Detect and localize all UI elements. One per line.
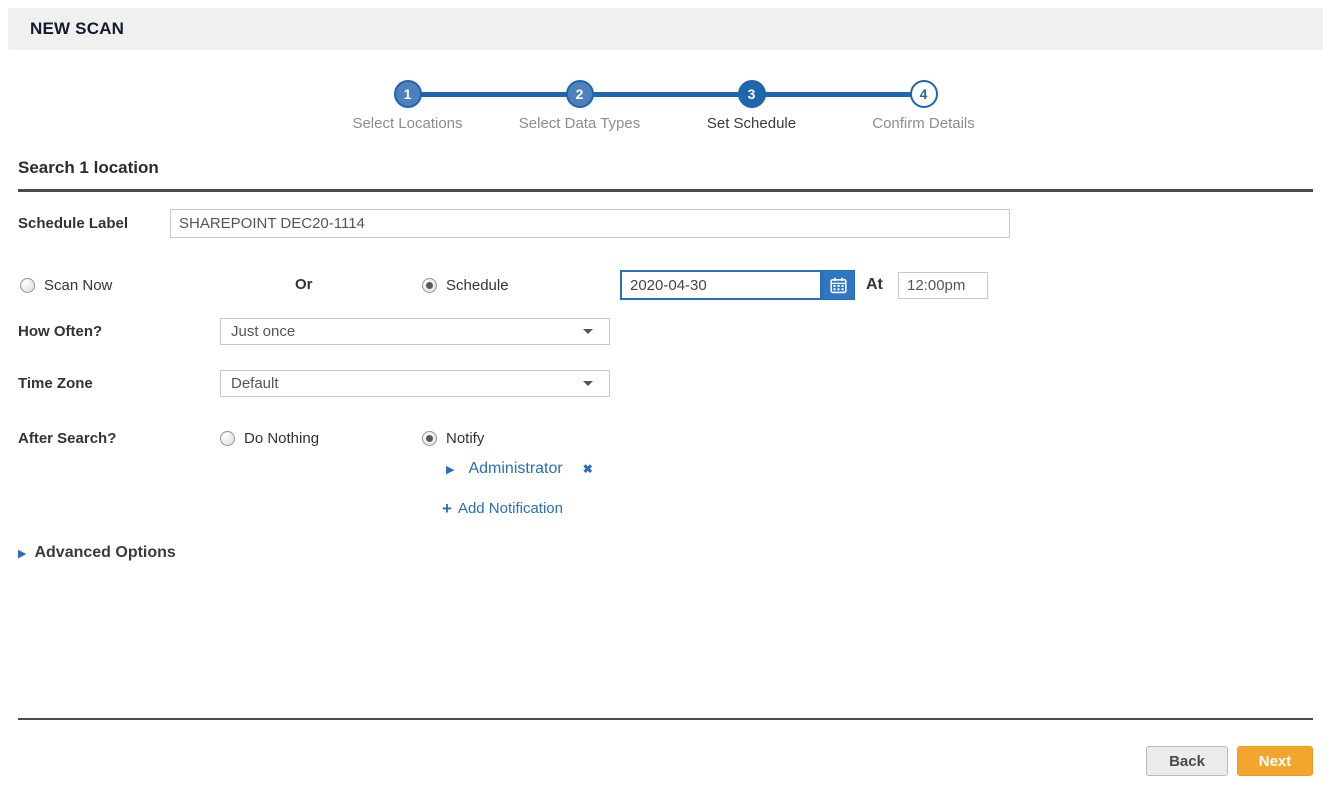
step-1-circle: 1 — [394, 80, 422, 108]
step-4-label: Confirm Details — [872, 115, 975, 132]
remove-notification-icon[interactable]: ✖ — [583, 462, 593, 476]
notify-radio[interactable]: Notify — [422, 430, 484, 447]
step-4-circle: 4 — [910, 80, 938, 108]
date-input[interactable] — [620, 270, 822, 300]
at-label: At — [866, 276, 883, 294]
step-1-label: Select Locations — [352, 115, 462, 132]
schedule-label-row: Schedule Label — [18, 209, 1313, 238]
do-nothing-label: Do Nothing — [244, 430, 319, 447]
schedule-radio-label: Schedule — [446, 277, 509, 294]
back-button[interactable]: Back — [1146, 746, 1228, 776]
notification-item: ▶ Administrator ✖ — [446, 460, 1313, 478]
main-content: Search 1 location Schedule Label Scan No… — [0, 158, 1331, 776]
calendar-button[interactable] — [822, 270, 855, 300]
advanced-options-label: Advanced Options — [34, 544, 175, 562]
schedule-label-label: Schedule Label — [18, 215, 170, 232]
expand-triangle-icon: ▶ — [18, 547, 26, 560]
do-nothing-radio[interactable]: Do Nothing — [220, 430, 422, 447]
add-notification-label: Add Notification — [458, 500, 563, 517]
how-often-label: How Often? — [18, 323, 220, 340]
step-2-circle: 2 — [566, 80, 594, 108]
footer-actions: Back Next — [18, 746, 1313, 776]
step-select-data-types[interactable]: 2 Select Data Types — [494, 80, 666, 132]
step-2-label: Select Data Types — [519, 115, 640, 132]
add-notification-link[interactable]: + Add Notification — [442, 500, 1313, 517]
step-confirm-details[interactable]: 4 Confirm Details — [838, 80, 1010, 132]
scan-now-radio[interactable]: Scan Now — [20, 277, 112, 294]
schedule-label-input[interactable] — [170, 209, 1010, 238]
next-button[interactable]: Next — [1237, 746, 1313, 776]
step-select-locations[interactable]: 1 Select Locations — [322, 80, 494, 132]
advanced-options-toggle[interactable]: ▶ Advanced Options — [18, 544, 1313, 562]
step-set-schedule[interactable]: 3 Set Schedule — [666, 80, 838, 132]
section-divider — [18, 189, 1313, 192]
section-title: Search 1 location — [18, 158, 1313, 178]
schedule-radio-circle[interactable] — [422, 278, 437, 293]
how-often-select[interactable]: Just once — [220, 318, 610, 345]
schedule-radio[interactable]: Schedule — [422, 277, 509, 294]
time-zone-select[interactable]: Default — [220, 370, 610, 397]
do-nothing-radio-circle[interactable] — [220, 431, 235, 446]
after-search-row: After Search? Do Nothing Notify — [18, 430, 1313, 447]
plus-icon: + — [442, 501, 452, 516]
time-zone-row: Time Zone Default — [18, 370, 1313, 397]
scan-or-schedule-row: Scan Now Or Schedule At — [18, 270, 1313, 302]
expand-triangle-icon[interactable]: ▶ — [446, 463, 454, 476]
calendar-icon — [830, 277, 847, 294]
after-search-label: After Search? — [18, 430, 220, 447]
page-title: NEW SCAN — [30, 19, 124, 39]
notify-radio-circle[interactable] — [422, 431, 437, 446]
scan-now-radio-circle[interactable] — [20, 278, 35, 293]
step-3-label: Set Schedule — [707, 115, 796, 132]
notification-recipient[interactable]: Administrator — [468, 460, 562, 478]
dropdown-arrow-icon — [583, 329, 593, 334]
step-3-circle: 3 — [738, 80, 766, 108]
page-header: NEW SCAN — [8, 8, 1323, 50]
scan-now-label: Scan Now — [44, 277, 112, 294]
footer-divider — [18, 718, 1313, 720]
how-often-value: Just once — [231, 323, 583, 340]
time-input[interactable] — [898, 272, 988, 299]
or-label: Or — [295, 276, 313, 293]
dropdown-arrow-icon — [583, 381, 593, 386]
notify-label: Notify — [446, 430, 484, 447]
how-often-row: How Often? Just once — [18, 318, 1313, 345]
time-zone-value: Default — [231, 375, 583, 392]
time-zone-label: Time Zone — [18, 375, 220, 392]
wizard-stepper: 1 Select Locations 2 Select Data Types 3… — [0, 80, 1331, 132]
date-picker-group — [620, 270, 855, 300]
